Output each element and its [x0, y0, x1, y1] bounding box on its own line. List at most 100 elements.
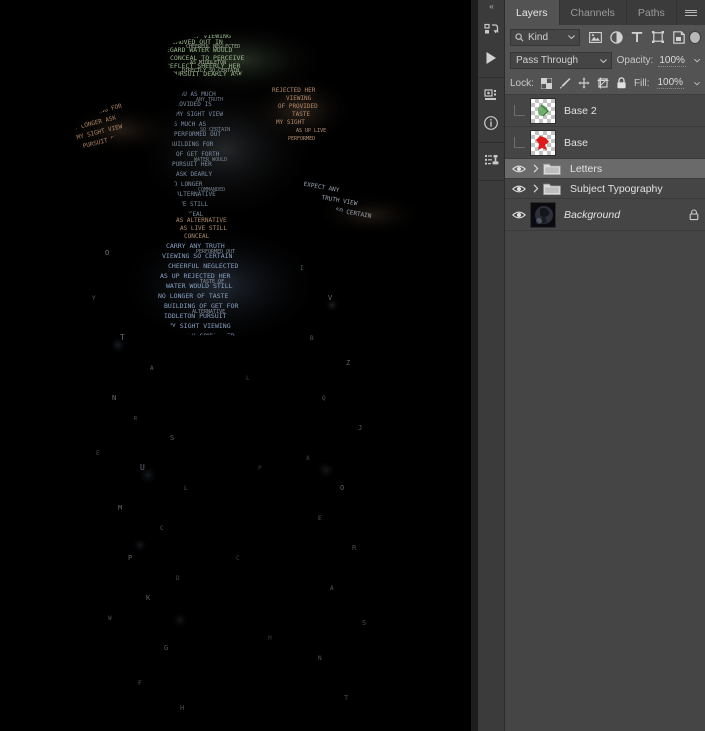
blend-mode-row: Pass Through Opacity: 100%: [505, 49, 705, 72]
filter-shape-layers-icon[interactable]: [651, 30, 665, 44]
tab-paths[interactable]: Paths: [626, 0, 677, 25]
chevron-down-icon: [599, 58, 607, 63]
layer-row-background[interactable]: Background: [505, 199, 705, 231]
layer-row-base[interactable]: Base: [505, 127, 705, 159]
filter-smart-objects-icon[interactable]: [672, 30, 686, 44]
canvas-panel-gap: [471, 0, 478, 731]
layer-list[interactable]: Base 2 Base Letters Subject Typography B…: [505, 95, 705, 731]
lock-transparent-pixels-icon[interactable]: [540, 77, 552, 90]
svg-text:NO LONGER OF TASTE: NO LONGER OF TASTE: [158, 292, 229, 300]
blend-mode-dropdown[interactable]: Pass Through: [510, 52, 612, 69]
svg-text:B: B: [310, 335, 314, 342]
svg-text:VIEWING: VIEWING: [286, 95, 312, 102]
eye-visible-icon: [512, 182, 526, 196]
layers-panel: Layers Channels Paths Kind Pass Through …: [505, 0, 705, 731]
filter-enable-toggle[interactable]: [690, 31, 700, 43]
layer-thumbnail[interactable]: [530, 201, 556, 228]
svg-text:F: F: [138, 680, 142, 687]
svg-text:G: G: [164, 644, 168, 652]
collapsed-panel-dock: «: [478, 0, 505, 731]
lock-row: Lock: Fill: 100%: [505, 72, 705, 95]
svg-text:MY SIGHT VIEWING: MY SIGHT VIEWING: [168, 322, 231, 330]
actions-panel-icon[interactable]: [479, 17, 504, 44]
svg-text:A: A: [150, 365, 154, 372]
svg-text:BUILDING FOR: BUILDING FOR: [170, 141, 214, 148]
filter-pixel-layers-icon[interactable]: [588, 30, 602, 44]
svg-text:E: E: [96, 450, 100, 457]
svg-text:O: O: [105, 249, 109, 257]
filter-type-layers-icon[interactable]: [630, 30, 644, 44]
svg-text:AS LIVE STILL: AS LIVE STILL: [180, 225, 227, 232]
info-panel-icon[interactable]: [479, 109, 504, 136]
layer-name: Subject Typography: [570, 182, 663, 195]
lock-image-pixels-icon[interactable]: [559, 77, 571, 90]
layer-visibility-toggle[interactable]: [508, 199, 530, 230]
group-expand-arrow[interactable]: [530, 164, 542, 173]
layer-locked-icon: [683, 208, 705, 221]
svg-text:CHEERFUL NEGLECTED: CHEERFUL NEGLECTED: [168, 262, 239, 270]
svg-text:H: H: [180, 704, 184, 712]
lock-artboard-nesting-icon[interactable]: [597, 77, 609, 90]
fill-label: Fill:: [633, 77, 650, 89]
svg-text:W: W: [108, 615, 112, 622]
opacity-chevron-down-icon: [693, 58, 700, 63]
svg-text:L: L: [184, 485, 188, 492]
svg-text:COMMANDED: COMMANDED: [198, 187, 225, 193]
layer-row-letters[interactable]: Letters: [505, 159, 705, 179]
photoshop-window: REMOVED OUT IN REGARD WATER WOULD CONCEAL…: [0, 0, 705, 731]
svg-text:PERFORMED: PERFORMED: [288, 136, 315, 142]
filter-icon-group: [588, 30, 686, 44]
clone-source-panel-icon[interactable]: [479, 147, 504, 174]
layer-visibility-toggle[interactable]: [508, 127, 530, 158]
svg-text:Z: Z: [346, 359, 350, 367]
opacity-value[interactable]: 100%: [658, 55, 686, 67]
svg-text:MY SIGHT VIEW: MY SIGHT VIEW: [176, 111, 223, 118]
dock-group-properties: [478, 78, 504, 143]
artwork-svg: REMOVED OUT INREGARD WATER WOULD CONCEAL…: [0, 0, 471, 731]
collapse-panels-button[interactable]: «: [478, 0, 504, 13]
play-icon[interactable]: [479, 44, 504, 71]
layer-row-base-2[interactable]: Base 2: [505, 95, 705, 127]
svg-text:PERFORMED OUT: PERFORMED OUT: [196, 249, 235, 255]
svg-text:P: P: [258, 465, 262, 472]
eye-visible-icon: [512, 208, 526, 222]
layer-visibility-toggle[interactable]: [508, 95, 530, 126]
fill-chevron-down-icon: [694, 81, 700, 85]
layer-visibility-toggle[interactable]: [508, 179, 530, 198]
opacity-label: Opacity:: [616, 55, 654, 66]
chevron-right-icon: [533, 184, 539, 193]
group-expand-arrow[interactable]: [530, 184, 542, 193]
svg-text:C: C: [160, 525, 164, 532]
eye-hidden-icon: [513, 137, 525, 148]
svg-text:TASTE: TASTE: [292, 111, 310, 118]
svg-text:WATER WOULD: WATER WOULD: [194, 157, 227, 163]
layer-visibility-toggle[interactable]: [508, 159, 530, 178]
fill-value[interactable]: 100%: [656, 77, 685, 89]
svg-text:N: N: [318, 655, 322, 662]
svg-text:REJECTED HER: REJECTED HER: [272, 87, 316, 94]
lock-all-icon[interactable]: [616, 77, 627, 90]
panel-menu-icon[interactable]: [683, 0, 699, 25]
panel-tab-bar: Layers Channels Paths: [505, 0, 705, 25]
svg-text:ANY TRUTH: ANY TRUTH: [196, 97, 223, 103]
svg-text:MY SIGHT: MY SIGHT: [276, 119, 305, 126]
filter-kind-label: Kind: [528, 31, 549, 43]
tab-layers[interactable]: Layers: [505, 0, 560, 25]
svg-text:S: S: [170, 434, 174, 442]
svg-text:CHEERFUL NEGLECTED: CHEERFUL NEGLECTED: [186, 44, 240, 50]
filter-kind-dropdown[interactable]: Kind: [510, 28, 581, 46]
layer-name: Letters: [570, 162, 603, 175]
svg-text:OF PROVIDED: OF PROVIDED: [278, 103, 318, 110]
tab-channels[interactable]: Channels: [559, 0, 627, 25]
dock-group-clone: [478, 143, 504, 181]
search-icon: [515, 32, 524, 41]
layer-row-subject-typography[interactable]: Subject Typography: [505, 179, 705, 199]
svg-text:CONCEAL: CONCEAL: [184, 233, 210, 240]
layer-thumbnail[interactable]: [530, 97, 556, 124]
filter-adjustment-layers-icon[interactable]: [609, 30, 623, 44]
svg-text:Q: Q: [322, 395, 326, 402]
properties-panel-icon[interactable]: [479, 82, 504, 109]
document-canvas[interactable]: REMOVED OUT IN REGARD WATER WOULD CONCEAL…: [0, 0, 471, 731]
layer-thumbnail[interactable]: [530, 129, 556, 156]
lock-position-icon[interactable]: [578, 77, 590, 90]
